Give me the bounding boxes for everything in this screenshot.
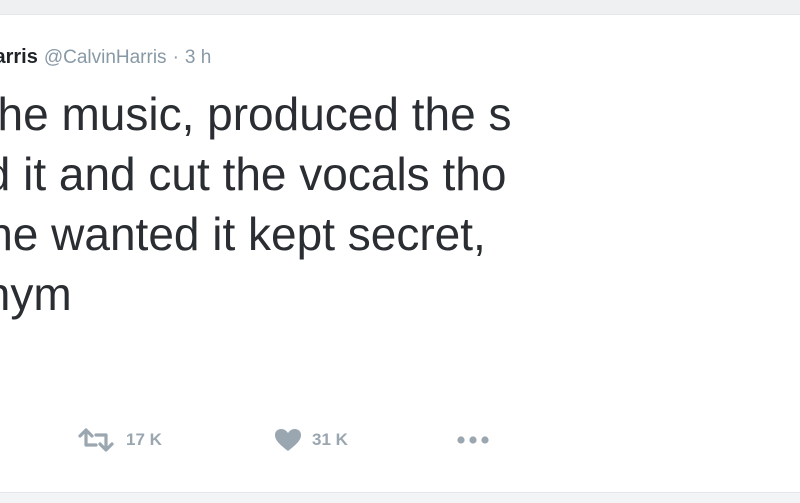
tweet-text-line-4: udonym <box>0 268 72 320</box>
retweet-count: 17 K <box>126 430 162 449</box>
tweet-text-line-2: nged it and cut the vocals tho <box>0 148 507 200</box>
tweet-text-line-3: lly she wanted it kept secret, <box>0 208 486 260</box>
more-button[interactable] <box>456 420 490 460</box>
tweet-header: Harris @CalvinHarris· 3 h <box>0 46 211 69</box>
display-name[interactable]: Harris <box>0 46 38 68</box>
user-handle[interactable]: @CalvinHarris <box>44 47 167 68</box>
tweet-text: ote the music, produced the s nged it an… <box>0 84 800 324</box>
tweet-actions: 17 K 31 K <box>0 420 800 460</box>
like-button[interactable]: 31 K <box>274 420 348 460</box>
more-icon <box>456 435 490 445</box>
retweet-button[interactable]: 17 K <box>76 420 162 460</box>
tweet-text-line-1: ote the music, produced the s <box>0 88 512 140</box>
heart-icon <box>274 428 302 452</box>
tweet: Harris @CalvinHarris· 3 h ote the music, p… <box>0 0 800 503</box>
retweet-icon <box>76 428 116 452</box>
bottom-divider <box>0 492 800 503</box>
timestamp[interactable]: 3 h <box>185 47 211 68</box>
separator: · <box>172 47 179 68</box>
like-count: 31 K <box>312 430 348 449</box>
tweet-card: Harris @CalvinHarris· 3 h ote the music, p… <box>0 0 800 503</box>
